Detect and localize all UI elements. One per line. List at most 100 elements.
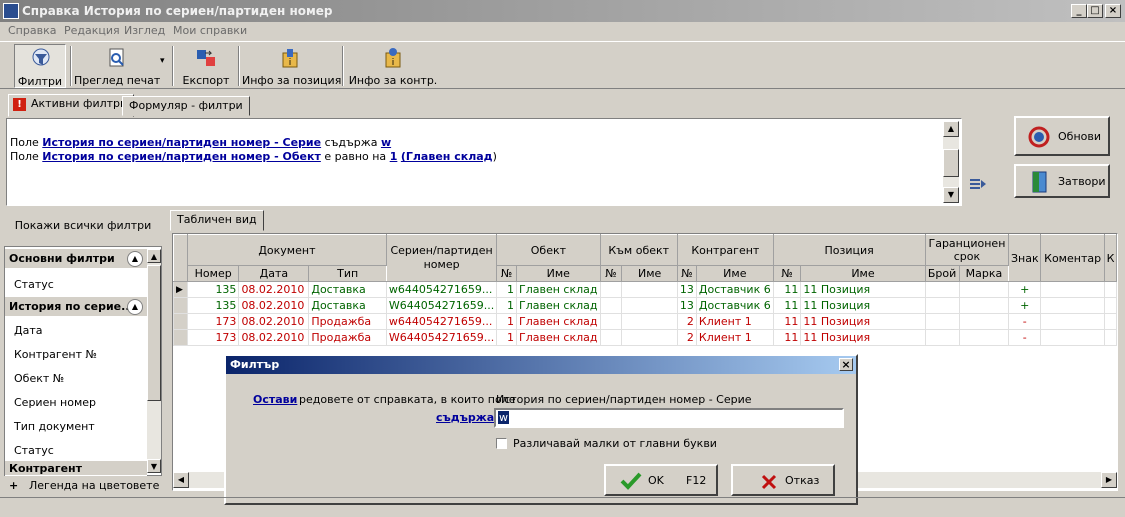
menu-edit[interactable]: Редакция [64,24,120,37]
cell-contractor-no[interactable]: 13 [676,281,697,298]
filter-value-link[interactable]: 1 [390,150,398,163]
menu-view[interactable]: Изглед [124,24,165,37]
col-to-object-name[interactable]: Име [621,265,678,282]
cell-warranty-count[interactable] [924,329,960,346]
cell-comment[interactable] [1040,329,1105,346]
cell-object-name[interactable]: Главен склад [516,329,601,346]
cell-object-no[interactable]: 1 [496,313,517,330]
scroll-up-icon[interactable]: ▲ [943,121,959,137]
scroll-down-icon[interactable]: ▼ [943,187,959,203]
cell-position-no[interactable]: 11 [772,297,802,314]
cell-k[interactable] [1104,297,1117,314]
cell-object-name[interactable]: Главен склад [516,313,601,330]
cell-sign[interactable]: - [1008,329,1042,346]
cell-to-object-no[interactable] [599,281,623,298]
cell-position-no[interactable]: 11 [772,329,802,346]
cell-k[interactable] [1104,313,1117,330]
filter-value-link[interactable]: w [381,136,391,149]
group-basic-filters[interactable]: Основни филтри ▲ [5,249,147,269]
operator-link[interactable]: съдържа [436,411,494,424]
cell-warranty-count[interactable] [924,297,960,314]
group-contractor[interactable]: Контрагент [5,461,147,476]
scroll-down-icon[interactable]: ▼ [147,459,161,473]
color-legend-toggle[interactable]: + Легенда на цветовете [4,478,162,494]
dialog-close-icon[interactable]: × [839,358,853,371]
cell-serial[interactable]: w644054271659... [385,313,498,330]
cell-comment[interactable] [1040,281,1105,298]
col-to-object-no[interactable]: № [599,265,623,282]
col-k[interactable]: К [1104,234,1117,282]
cell-doc-date[interactable]: 08.02.2010 [238,297,310,314]
col-warranty-brand[interactable]: Марка [958,265,1010,282]
cell-to-object-no[interactable] [599,329,623,346]
minimize-button[interactable]: _ [1071,4,1087,18]
filter-item-doc-type[interactable]: Тип документ [14,420,95,433]
col-sign[interactable]: Знак [1008,234,1042,282]
filter-item-status[interactable]: Статус [14,278,54,291]
col-object-no[interactable]: № [496,265,517,282]
scroll-up-icon[interactable]: ▲ [147,249,161,263]
cell-position-name[interactable]: 11 Позиция [800,329,926,346]
tab-active-filters[interactable]: ! Активни филтри [8,94,135,117]
cell-doc-number[interactable]: 135 [186,281,240,298]
cell-comment[interactable] [1040,297,1105,314]
col-object-name[interactable]: Име [516,265,601,282]
filter-value-name-link[interactable]: (Главен склад [401,150,493,163]
col-to-object[interactable]: Към обект [599,234,678,266]
filter-item-object-no[interactable]: Обект № [14,372,64,385]
cell-doc-type[interactable]: Продажба [308,313,387,330]
col-contractor-name[interactable]: Име [695,265,774,282]
tab-table-view[interactable]: Табличен вид [170,210,264,231]
export-button[interactable]: Експорт [178,44,234,88]
col-warranty[interactable]: Гаранционен срок [924,234,1010,266]
cell-to-object-name[interactable] [621,297,678,314]
scroll-right-icon[interactable]: ▶ [1101,472,1117,488]
cell-contractor-name[interactable]: Клиент 1 [695,329,774,346]
cell-warranty-brand[interactable] [958,329,1010,346]
cell-warranty-count[interactable] [924,281,960,298]
close-window-button[interactable]: × [1105,4,1121,18]
cell-object-no[interactable]: 1 [496,297,517,314]
filter-field-link[interactable]: История по сериен/партиден номер - Серие [42,136,321,149]
close-button[interactable]: Затвори [1014,164,1110,198]
cell-doc-number[interactable]: 173 [186,329,240,346]
col-warranty-count[interactable]: Брой [924,265,960,282]
col-position-no[interactable]: № [772,265,802,282]
filter-item-status[interactable]: Статус [14,444,54,457]
col-position-name[interactable]: Име [800,265,926,282]
cell-object-no[interactable]: 1 [496,329,517,346]
filter-value-input[interactable]: w [494,408,844,428]
col-doc-date[interactable]: Дата [238,265,310,282]
col-doc-type[interactable]: Тип [308,265,387,282]
cell-warranty-brand[interactable] [958,313,1010,330]
keep-link[interactable]: Остави [253,393,297,406]
scroll-thumb[interactable] [147,265,161,401]
cell-serial[interactable]: W644054271659... [385,297,498,314]
cell-position-no[interactable]: 11 [772,281,802,298]
cell-sign[interactable]: + [1008,281,1042,298]
print-preview-button[interactable]: Преглед печат [74,44,160,88]
ok-button[interactable]: OK F12 [604,464,718,496]
menu-report[interactable]: Справка [8,24,56,37]
cell-serial[interactable]: W644054271659... [385,329,498,346]
table-row[interactable]: 173 08.02.2010 Продажба W644054271659...… [173,329,1117,346]
cell-position-name[interactable]: 11 Позиция [800,297,926,314]
col-comment[interactable]: Коментар [1040,234,1105,282]
left-panel-scrollbar[interactable]: ▲ ▼ [147,249,161,473]
cell-serial[interactable]: w644054271659... [385,281,498,298]
cell-to-object-no[interactable] [599,313,623,330]
cell-k[interactable] [1104,329,1117,346]
cell-object-name[interactable]: Главен склад [516,281,601,298]
menu-my-reports[interactable]: Мои справки [173,24,247,37]
cell-position-name[interactable]: 11 Позиция [800,281,926,298]
cell-contractor-no[interactable]: 2 [676,329,697,346]
collapse-icon[interactable]: ▲ [127,299,143,315]
cancel-button[interactable]: Отказ [731,464,835,496]
tab-form-filters[interactable]: Формуляр - филтри [122,96,250,116]
cell-to-object-name[interactable] [621,281,678,298]
cell-warranty-brand[interactable] [958,281,1010,298]
col-object[interactable]: Обект [496,234,601,266]
cell-object-no[interactable]: 1 [496,281,517,298]
case-sensitive-checkbox[interactable] [496,438,507,449]
col-serial[interactable]: Сериен/партиден номер [385,234,498,282]
